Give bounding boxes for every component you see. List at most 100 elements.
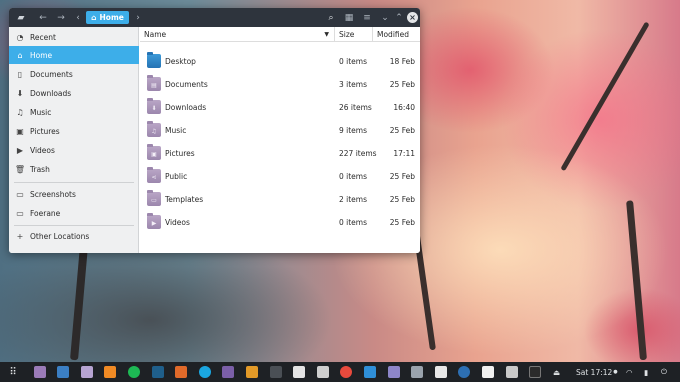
file-manager-window: ▰ ← → ‹ ⌂ Home › ⌕ ▦ ≡ ⌄ ⌃ × ◔ Recent ⌂ … [9,8,420,253]
file-row-templates[interactable]: ▭ Templates 2 items 25 Feb [140,188,420,211]
column-label: Name [144,29,167,39]
sidebar: ◔ Recent ⌂ Home ▯ Documents ⬇ Downloads … [9,27,139,253]
calculator-icon[interactable] [364,366,376,378]
archive-icon[interactable] [506,366,518,378]
breadcrumb-label: Home [99,13,124,22]
column-header-size[interactable]: Size [335,27,373,42]
close-icon[interactable]: × [407,12,418,23]
video-icon: ▶ [16,145,24,155]
settings-icon[interactable] [458,366,470,378]
clock-icon: ◔ [16,32,24,42]
sidebar-item-label: Music [30,107,52,117]
file-size: 0 items [339,57,368,66]
notes-icon[interactable] [411,366,423,378]
column-header-name[interactable]: Name ▼ [140,27,335,42]
file-modified: 25 Feb [389,172,415,181]
sidebar-item-label: Screenshots [30,189,76,199]
chevron-up-icon[interactable]: ⌃ [393,11,405,24]
eject-icon[interactable]: ⏏ [553,366,560,378]
file-row-downloads[interactable]: ⬇ Downloads 26 items 16:40 [140,96,420,119]
document-viewer-icon[interactable] [435,366,447,378]
wallpaper-tree-trunk [560,21,650,172]
maps-icon[interactable] [340,366,352,378]
steam-icon[interactable] [152,366,164,378]
drive-icon: ▭ [16,208,24,218]
chevron-down-icon[interactable]: ⌄ [379,11,391,24]
music-app-icon[interactable] [293,366,305,378]
sidebar-item-label: Pictures [30,126,60,136]
media-player-icon[interactable] [246,366,258,378]
sidebar-divider [14,182,134,183]
hamburger-menu-icon[interactable]: ≡ [361,11,373,24]
file-row-videos[interactable]: ▶ Videos 0 items 25 Feb [140,211,420,234]
skype-icon[interactable] [199,366,211,378]
videos-folder-icon: ▶ [147,213,161,229]
file-name: Documents [165,80,208,89]
file-name: Music [165,126,187,135]
file-size: 3 items [339,80,368,89]
file-row-documents[interactable]: ▤ Documents 3 items 25 Feb [140,73,420,96]
terminal-app-icon[interactable] [270,366,282,378]
store-icon[interactable] [175,366,187,378]
file-row-public[interactable]: ⋖ Public 0 items 25 Feb [140,165,420,188]
purple-app-icon[interactable] [34,366,46,378]
orange-app-icon[interactable] [104,366,116,378]
file-name: Desktop [165,57,196,66]
app-grid-icon[interactable]: ⠿ [7,366,19,378]
sidebar-item-screenshots[interactable]: ▭ Screenshots [9,185,139,203]
sidebar-item-videos[interactable]: ▶ Videos [9,141,139,159]
sidebar-divider [14,225,134,226]
sidebar-item-downloads[interactable]: ⬇ Downloads [9,84,139,102]
power-icon[interactable]: ⏻ [661,366,667,378]
search-icon[interactable]: ⌕ [325,11,337,24]
file-row-pictures[interactable]: ▣ Pictures 227 items 17:11 [140,142,420,165]
music-note-icon: ♫ [16,107,24,117]
sidebar-item-music[interactable]: ♫ Music [9,103,139,121]
photos-app-icon[interactable] [317,366,329,378]
document-icon: ▯ [17,69,23,79]
purple-app-icon[interactable] [222,366,234,378]
drive-icon: ▭ [16,189,24,199]
column-header-modified[interactable]: Modified [373,27,420,42]
arrow-left-icon[interactable]: ← [37,11,49,24]
breadcrumb-home[interactable]: ⌂ Home [86,11,129,24]
web-browser-icon[interactable] [482,366,494,378]
sidebar-item-label: Documents [30,69,73,79]
titlebar: ▰ ← → ‹ ⌂ Home › ⌕ ▦ ≡ ⌄ ⌃ × [9,8,420,27]
spotify-icon[interactable] [128,366,140,378]
sidebar-item-label: Trash [30,164,50,174]
battery-icon[interactable]: ▮ [644,366,648,378]
clock[interactable]: Sat 17:12 ● [576,366,618,378]
file-row-desktop[interactable]: Desktop 0 items 18 Feb [140,50,420,73]
sort-down-icon: ▼ [324,30,329,38]
sidebar-item-home[interactable]: ⌂ Home [9,46,139,64]
sidebar-item-label: Foerane [30,208,61,218]
sidebar-item-foerane[interactable]: ▭ Foerane [9,204,139,222]
wallpaper-tree-trunk [70,250,88,361]
sidebar-item-label: Recent [30,32,56,42]
sidebar-item-documents[interactable]: ▯ Documents [9,65,139,83]
sidebar-item-pictures[interactable]: ▣ Pictures [9,122,139,140]
chevron-right-icon[interactable]: › [133,11,143,24]
photo-app-icon[interactable] [57,366,69,378]
wifi-icon[interactable]: ◠ [626,366,633,378]
taskbar: ⠿ ⏏ Sat 17:12 ● ◠ ▮ ⏻ [0,362,680,382]
home-icon: ⌂ [91,13,97,22]
file-modified: 25 Feb [389,126,415,135]
sidebar-item-label: Videos [30,145,55,155]
documents-folder-icon: ▤ [147,75,161,91]
sidebar-item-other-locations[interactable]: + Other Locations [9,227,139,245]
arrow-right-icon[interactable]: → [55,11,67,24]
folder-icon[interactable]: ▰ [15,11,27,24]
terminal-icon[interactable] [529,366,541,378]
view-grid-icon[interactable]: ▦ [343,11,355,24]
file-size: 9 items [339,126,368,135]
trash-icon: 🗑 [14,164,26,174]
file-row-music[interactable]: ♫ Music 9 items 25 Feb [140,119,420,142]
text-editor-icon[interactable] [388,366,400,378]
chevron-left-icon[interactable]: ‹ [73,11,83,24]
sidebar-item-recent[interactable]: ◔ Recent [9,28,139,46]
files-app-icon[interactable] [81,366,93,378]
sidebar-item-trash[interactable]: 🗑 Trash [9,160,139,178]
sidebar-item-label: Home [30,50,53,60]
